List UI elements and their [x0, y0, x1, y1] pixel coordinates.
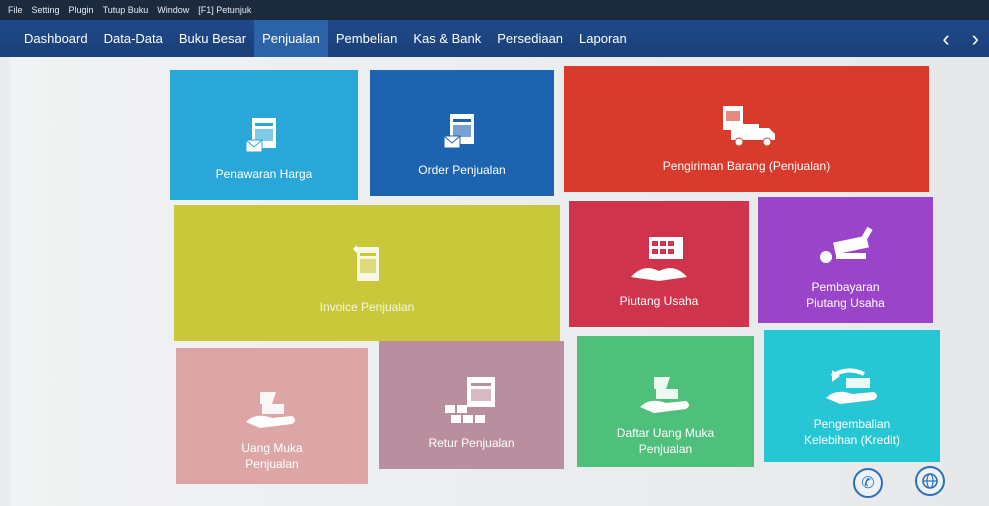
book-calendar-icon: [631, 236, 687, 281]
daftar-uang-muka-tile[interactable]: Daftar Uang Muka Penjualan: [577, 336, 754, 467]
document-envelope-icon: [443, 113, 474, 149]
hand-money-icon: [639, 376, 689, 413]
truck-icon: [722, 105, 775, 147]
tile-label: Invoice Penjualan: [319, 299, 415, 314]
retur-penjualan-tile[interactable]: Retur Penjualan: [379, 341, 564, 469]
tile-label: Order Penjualan: [418, 162, 506, 177]
document-envelope-icon: [245, 117, 276, 153]
hand-refund-icon: [826, 368, 877, 404]
phone-button[interactable]: ✆: [853, 468, 883, 498]
tab-buku-besar[interactable]: Buku Besar: [171, 20, 254, 57]
tab-persediaan[interactable]: Persediaan: [489, 20, 571, 57]
invoice-penjualan-tile[interactable]: Invoice Penjualan: [174, 205, 560, 341]
main-nav: Dashboard Data-Data Buku Besar Penjualan…: [0, 20, 989, 57]
tile-label: Piutang Usaha: [619, 293, 699, 308]
order-penjualan-tile[interactable]: Order Penjualan: [370, 70, 554, 196]
menu-window[interactable]: Window: [157, 5, 189, 15]
pembayaran-piutang-tile[interactable]: Pembayaran Piutang Usaha: [758, 197, 933, 323]
payment-icon: [819, 226, 873, 263]
globe-button[interactable]: [915, 466, 945, 496]
tab-penjualan[interactable]: Penjualan: [254, 20, 328, 57]
menu-tutup-buku[interactable]: Tutup Buku: [103, 5, 149, 15]
tile-label: Penawaran Harga: [215, 166, 313, 181]
menu-petunjuk[interactable]: [F1] Petunjuk: [198, 5, 251, 15]
tab-dashboard[interactable]: Dashboard: [16, 20, 96, 57]
tab-laporan[interactable]: Laporan: [571, 20, 635, 57]
tile-label: Pengembalian Kelebihan (Kredit): [803, 416, 901, 447]
tab-pembelian[interactable]: Pembelian: [328, 20, 405, 57]
tile-label: Daftar Uang Muka Penjualan: [616, 425, 715, 456]
tile-label: Pembayaran Piutang Usaha: [806, 279, 885, 310]
piutang-usaha-tile[interactable]: Piutang Usaha: [569, 201, 749, 327]
pengembalian-kelebihan-tile[interactable]: Pengembalian Kelebihan (Kredit): [764, 330, 940, 462]
invoice-icon: [353, 244, 379, 281]
chevron-left-icon[interactable]: ‹: [942, 26, 949, 52]
boxes-icon: [444, 376, 495, 423]
phone-icon: ✆: [861, 475, 875, 492]
menu-setting[interactable]: Setting: [32, 5, 60, 15]
menu-file[interactable]: File: [8, 5, 23, 15]
globe-icon: [922, 473, 938, 489]
hand-money-icon: [246, 391, 295, 428]
tile-label: Pengiriman Barang (Penjualan): [662, 158, 831, 173]
tab-kas-bank[interactable]: Kas & Bank: [405, 20, 489, 57]
tab-data-data[interactable]: Data-Data: [96, 20, 171, 57]
penawaran-harga-tile[interactable]: Penawaran Harga: [170, 70, 358, 200]
menu-bar: File Setting Plugin Tutup Buku Window [F…: [0, 0, 989, 20]
uang-muka-tile[interactable]: Uang Muka Penjualan: [176, 348, 368, 484]
tile-label: Uang Muka Penjualan: [241, 440, 303, 471]
tile-label: Retur Penjualan: [428, 435, 515, 450]
pengiriman-barang-tile[interactable]: Pengiriman Barang (Penjualan): [564, 66, 929, 192]
chevron-right-icon[interactable]: ›: [972, 26, 979, 52]
menu-plugin[interactable]: Plugin: [69, 5, 94, 15]
